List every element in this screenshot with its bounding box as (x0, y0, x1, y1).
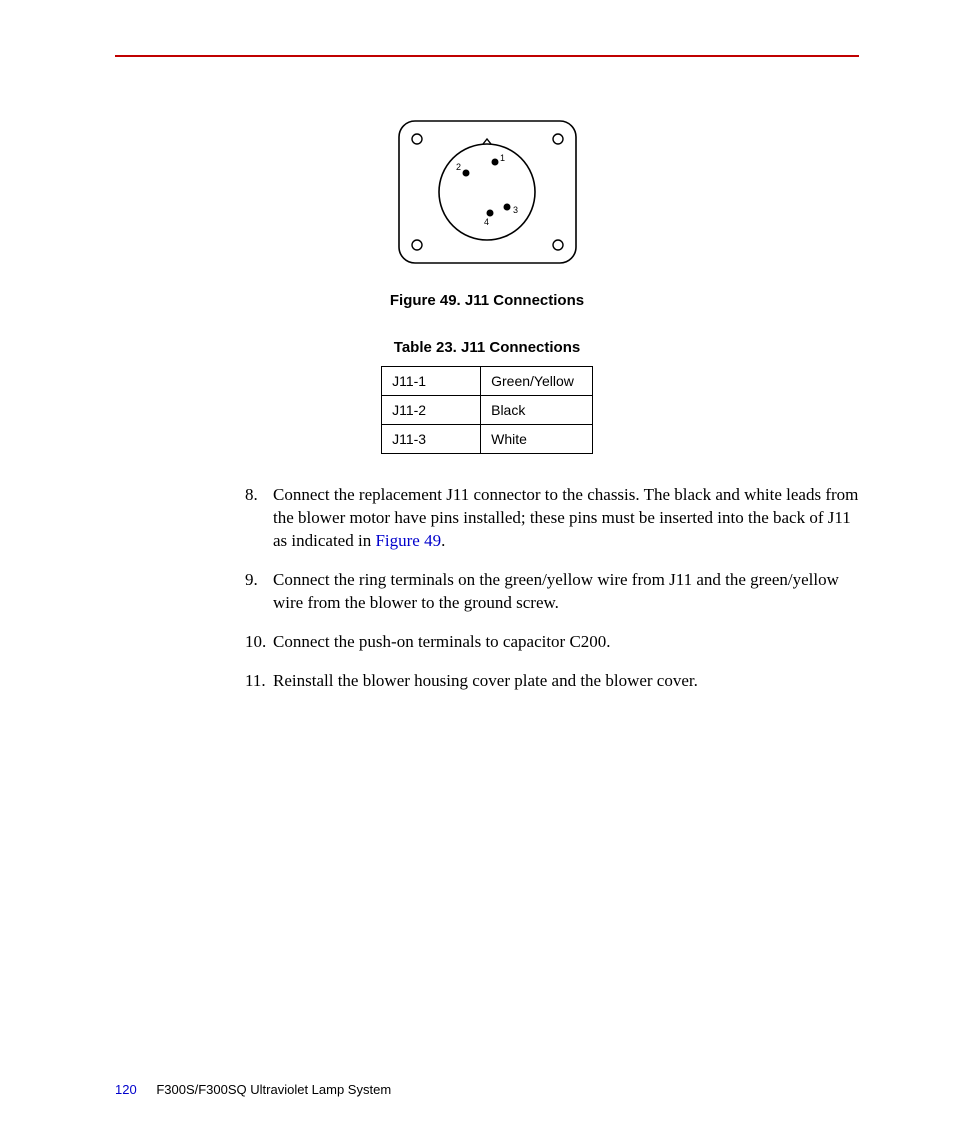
step-text: Connect the replacement J11 connector to… (273, 484, 859, 553)
step-11: 11. Reinstall the blower housing cover p… (245, 670, 859, 693)
step-number: 8. (245, 484, 273, 553)
step-text: Connect the push-on terminals to capacit… (273, 631, 859, 654)
step-number: 11. (245, 670, 273, 693)
step-number: 9. (245, 569, 273, 615)
pin-3-label: 3 (513, 205, 518, 215)
step-text-part: . (441, 531, 445, 550)
table-caption: Table 23. J11 Connections (115, 339, 859, 356)
step-text: Reinstall the blower housing cover plate… (273, 670, 859, 693)
step-text: Connect the ring terminals on the green/… (273, 569, 859, 615)
top-rule (115, 55, 859, 57)
figure-caption: Figure 49. J11 Connections (115, 292, 859, 309)
table-row: J11-1 Green/Yellow (382, 367, 593, 396)
cell-color: Black (481, 396, 593, 425)
j11-table: J11-1 Green/Yellow J11-2 Black J11-3 Whi… (381, 366, 593, 454)
page-number: 120 (115, 1082, 137, 1097)
cell-pin: J11-2 (382, 396, 481, 425)
table-row: J11-3 White (382, 425, 593, 454)
pin-1-label: 1 (500, 153, 505, 163)
pin-2-label: 2 (456, 162, 461, 172)
figure-j11: 1 2 3 4 (115, 117, 859, 272)
cell-pin: J11-1 (382, 367, 481, 396)
step-list: 8. Connect the replacement J11 connector… (245, 484, 859, 693)
table-row: J11-2 Black (382, 396, 593, 425)
cell-color: White (481, 425, 593, 454)
figure-49-link[interactable]: Figure 49 (375, 531, 441, 550)
cell-pin: J11-3 (382, 425, 481, 454)
pin-4-label: 4 (484, 217, 489, 227)
footer-title: F300S/F300SQ Ultraviolet Lamp System (156, 1082, 391, 1097)
step-8: 8. Connect the replacement J11 connector… (245, 484, 859, 553)
connector-diagram: 1 2 3 4 (395, 117, 580, 267)
step-9: 9. Connect the ring terminals on the gre… (245, 569, 859, 615)
step-number: 10. (245, 631, 273, 654)
step-text-part: Connect the replacement J11 connector to… (273, 485, 858, 550)
cell-color: Green/Yellow (481, 367, 593, 396)
step-10: 10. Connect the push-on terminals to cap… (245, 631, 859, 654)
page-footer: 120 F300S/F300SQ Ultraviolet Lamp System (115, 1082, 391, 1097)
